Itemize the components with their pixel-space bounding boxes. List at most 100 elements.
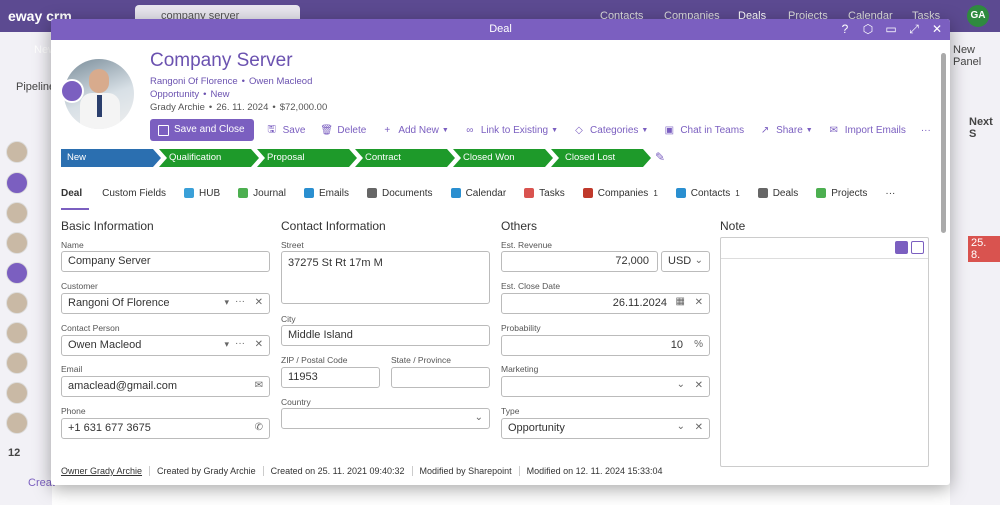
header-line-3: Grady Archie • 26. 11. 2024 • $72,000.00	[150, 102, 328, 113]
chevron-down-icon[interactable]: ⌄	[677, 421, 685, 432]
link-existing-button[interactable]: ∞ Link to Existing ▼	[464, 125, 558, 136]
categories-button[interactable]: ◇ Categories ▼	[573, 125, 648, 136]
share-button[interactable]: ↗ Share ▼	[759, 125, 813, 136]
edit-pipeline-icon[interactable]: ✎	[655, 150, 665, 164]
trash-icon: 🗑	[320, 124, 334, 136]
header-line-2: Opportunity • New	[150, 89, 230, 100]
footer-owner[interactable]: Owner Grady Archie	[61, 466, 151, 476]
tab-tasks[interactable]: Tasks	[524, 188, 565, 199]
split-view-icon[interactable]	[911, 241, 924, 254]
clear-icon[interactable]: ✕	[255, 297, 263, 308]
basic-info-title: Basic Information	[61, 219, 154, 233]
chat-teams-button[interactable]: ▣ Chat in Teams	[663, 125, 744, 136]
stage-closed-won[interactable]: Closed Won	[453, 149, 553, 167]
zip-field[interactable]: 11953	[281, 367, 380, 388]
tab-hub[interactable]: HUB	[184, 188, 220, 199]
customer-field[interactable]: Rangoni Of Florence ▾ ··· ✕	[61, 293, 270, 314]
country-label: Country	[281, 397, 311, 407]
deal-dialog: Deal ? ⬡ ▭ ⤢ ✕ Company Server Rangoni Of…	[51, 19, 950, 485]
save-button[interactable]: 🖫 Save	[266, 122, 305, 139]
plus-icon: +	[384, 124, 391, 136]
contact-icon	[675, 188, 686, 198]
delete-button[interactable]: 🗑 Delete	[320, 125, 366, 136]
mail-icon[interactable]: ✉	[255, 380, 263, 391]
probability-field[interactable]: 10%	[501, 335, 710, 356]
contact-person-field[interactable]: Owen Macleod ▾ ··· ✕	[61, 335, 270, 356]
chevron-down-icon[interactable]: ⌄	[475, 412, 483, 423]
city-label: City	[281, 314, 296, 324]
close-date-field[interactable]: 26.11.2024 ▦ ✕	[501, 293, 710, 314]
dialog-title: Deal	[489, 23, 512, 35]
others-title: Others	[501, 219, 538, 233]
bg-avatar-6	[6, 292, 28, 314]
currency-select[interactable]: USD ⌄	[661, 251, 710, 272]
background-right-panel	[950, 32, 1000, 505]
street-field[interactable]: 37275 St Rt 17m M	[281, 251, 490, 304]
email-field[interactable]: amaclead@gmail.com ✉	[61, 376, 270, 397]
note-editor[interactable]	[720, 237, 929, 467]
state-field[interactable]	[391, 367, 490, 388]
chevron-down-icon[interactable]: ⌄	[677, 379, 685, 390]
tab-documents[interactable]: Documents	[366, 188, 433, 199]
stage-new[interactable]: New	[61, 149, 161, 167]
country-field[interactable]: ⌄	[281, 408, 490, 429]
bg-avatar-4	[6, 232, 28, 254]
ellipsis-icon[interactable]: ···	[235, 296, 245, 307]
tab-deals[interactable]: Deals	[757, 188, 798, 199]
dialog-scrollbar[interactable]	[940, 41, 948, 483]
tab-calendar[interactable]: Calendar	[450, 188, 506, 199]
pipeline-bar: New Qualification Proposal Contract Clos…	[61, 149, 649, 167]
tab-journal[interactable]: Journal	[238, 188, 286, 199]
city-field[interactable]: Middle Island	[281, 325, 490, 346]
bg-avatar-9	[6, 382, 28, 404]
tab-companies[interactable]: Companies 1	[582, 188, 658, 199]
header-customer[interactable]: Rangoni Of Florence	[150, 76, 238, 87]
pin-icon[interactable]: ⬡	[861, 22, 875, 36]
phone-field[interactable]: +1 631 677 3675 ✆	[61, 418, 270, 439]
chevron-down-icon[interactable]: ▾	[224, 339, 229, 350]
dialog-footer: Owner Grady Archie Created by Grady Arch…	[61, 466, 670, 476]
monitor-icon[interactable]: ▭	[884, 22, 898, 36]
stage-qualification[interactable]: Qualification	[159, 149, 259, 167]
more-button[interactable]: ···	[921, 125, 931, 136]
stage-closed-lost[interactable]: Closed Lost	[551, 149, 651, 167]
edit-note-icon[interactable]	[895, 241, 908, 254]
clear-icon[interactable]: ✕	[695, 422, 703, 433]
header-revenue: $72,000.00	[279, 102, 328, 113]
marketing-field[interactable]: ⌄ ✕	[501, 376, 710, 397]
clear-icon[interactable]: ✕	[695, 380, 703, 391]
clear-icon[interactable]: ✕	[255, 339, 263, 350]
help-icon[interactable]: ?	[838, 22, 852, 36]
customer-label: Customer	[61, 281, 98, 291]
ellipsis-icon[interactable]: ···	[235, 338, 245, 349]
phone-icon[interactable]: ✆	[255, 422, 263, 433]
type-field[interactable]: Opportunity ⌄ ✕	[501, 418, 710, 439]
save-and-close-button[interactable]: Save and Close	[150, 119, 254, 141]
tab-more[interactable]: ···	[885, 188, 895, 199]
document-icon	[366, 188, 377, 198]
revenue-field[interactable]: 72,000	[501, 251, 658, 272]
user-avatar[interactable]: GA	[967, 5, 989, 27]
tab-deal[interactable]: Deal	[61, 188, 90, 210]
tab-emails[interactable]: Emails	[303, 188, 349, 199]
footer-modified-by: Modified by Sharepoint	[413, 466, 520, 476]
calendar-icon[interactable]: ▦	[676, 296, 685, 307]
clear-icon[interactable]: ✕	[695, 297, 703, 308]
link-icon: ∞	[466, 124, 474, 136]
header-contact[interactable]: Owen Macleod	[249, 76, 312, 87]
stage-contract[interactable]: Contract	[355, 149, 455, 167]
bg-pipelines[interactable]: Pipeline	[16, 81, 55, 93]
chevron-down-icon[interactable]: ▾	[224, 297, 229, 308]
name-field[interactable]: Company Server	[61, 251, 270, 272]
import-emails-button[interactable]: ✉ Import Emails	[828, 125, 906, 136]
expand-icon[interactable]: ⤢	[907, 22, 921, 36]
tab-custom-fields[interactable]: Custom Fields	[102, 188, 166, 199]
stage-proposal[interactable]: Proposal	[257, 149, 357, 167]
bg-avatar-2	[6, 172, 28, 194]
bg-new-panel[interactable]: New Panel	[953, 44, 1000, 68]
tab-contacts[interactable]: Contacts 1	[675, 188, 740, 199]
probability-label: Probability	[501, 323, 541, 333]
tab-projects[interactable]: Projects	[816, 188, 867, 199]
add-new-button[interactable]: + Add New ▼	[381, 124, 448, 136]
close-icon[interactable]: ✕	[930, 22, 944, 36]
